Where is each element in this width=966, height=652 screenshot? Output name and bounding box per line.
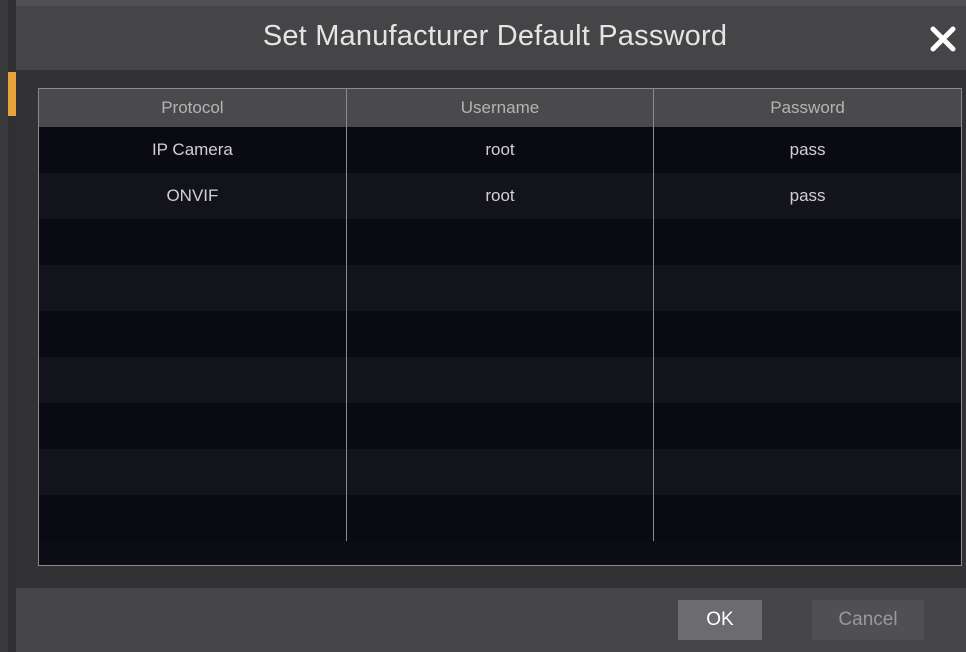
dialog-footer: OK Cancel — [16, 588, 966, 652]
cell-username: root — [346, 127, 655, 173]
cell-password — [653, 403, 961, 449]
cell-password — [653, 495, 961, 541]
cell-password — [653, 219, 961, 265]
cell-password — [653, 265, 961, 311]
cell-username — [346, 403, 655, 449]
cell-protocol: IP Camera — [39, 127, 347, 173]
table-row — [39, 265, 961, 311]
table-header-row: Protocol Username Password — [39, 89, 961, 127]
cell-password — [653, 357, 961, 403]
cell-username — [346, 219, 655, 265]
cell-protocol — [39, 357, 347, 403]
column-header-password[interactable]: Password — [653, 89, 961, 127]
cell-protocol: ONVIF — [39, 173, 347, 219]
default-password-dialog: Set Manufacturer Default Password Protoc… — [0, 0, 966, 652]
title-bar: Set Manufacturer Default Password — [16, 0, 966, 70]
cell-protocol — [39, 219, 347, 265]
table-row — [39, 403, 961, 449]
accent-strip — [8, 72, 16, 116]
cell-username — [346, 357, 655, 403]
table-row — [39, 311, 961, 357]
table-row — [39, 219, 961, 265]
cell-username — [346, 449, 655, 495]
table-row — [39, 495, 961, 541]
cell-password: pass — [653, 127, 961, 173]
close-icon[interactable] — [928, 24, 958, 54]
cell-protocol — [39, 403, 347, 449]
credentials-table: Protocol Username Password IP Camera roo… — [38, 88, 962, 566]
cell-username — [346, 265, 655, 311]
table-row — [39, 357, 961, 403]
cell-protocol — [39, 265, 347, 311]
cancel-button[interactable]: Cancel — [812, 600, 924, 640]
column-header-protocol[interactable]: Protocol — [39, 89, 347, 127]
cell-username — [346, 311, 655, 357]
cell-protocol — [39, 311, 347, 357]
cell-protocol — [39, 495, 347, 541]
table-row[interactable]: IP Camera root pass — [39, 127, 961, 173]
cell-username: root — [346, 173, 655, 219]
ok-button[interactable]: OK — [678, 600, 762, 640]
dialog-title: Set Manufacturer Default Password — [262, 20, 728, 52]
table-row[interactable]: ONVIF root pass — [39, 173, 961, 219]
dialog-body: Protocol Username Password IP Camera roo… — [16, 70, 966, 588]
cell-password — [653, 449, 961, 495]
cell-protocol — [39, 449, 347, 495]
column-header-username[interactable]: Username — [346, 89, 655, 127]
cell-password — [653, 311, 961, 357]
table-row — [39, 449, 961, 495]
cell-password: pass — [653, 173, 961, 219]
cell-username — [346, 495, 655, 541]
